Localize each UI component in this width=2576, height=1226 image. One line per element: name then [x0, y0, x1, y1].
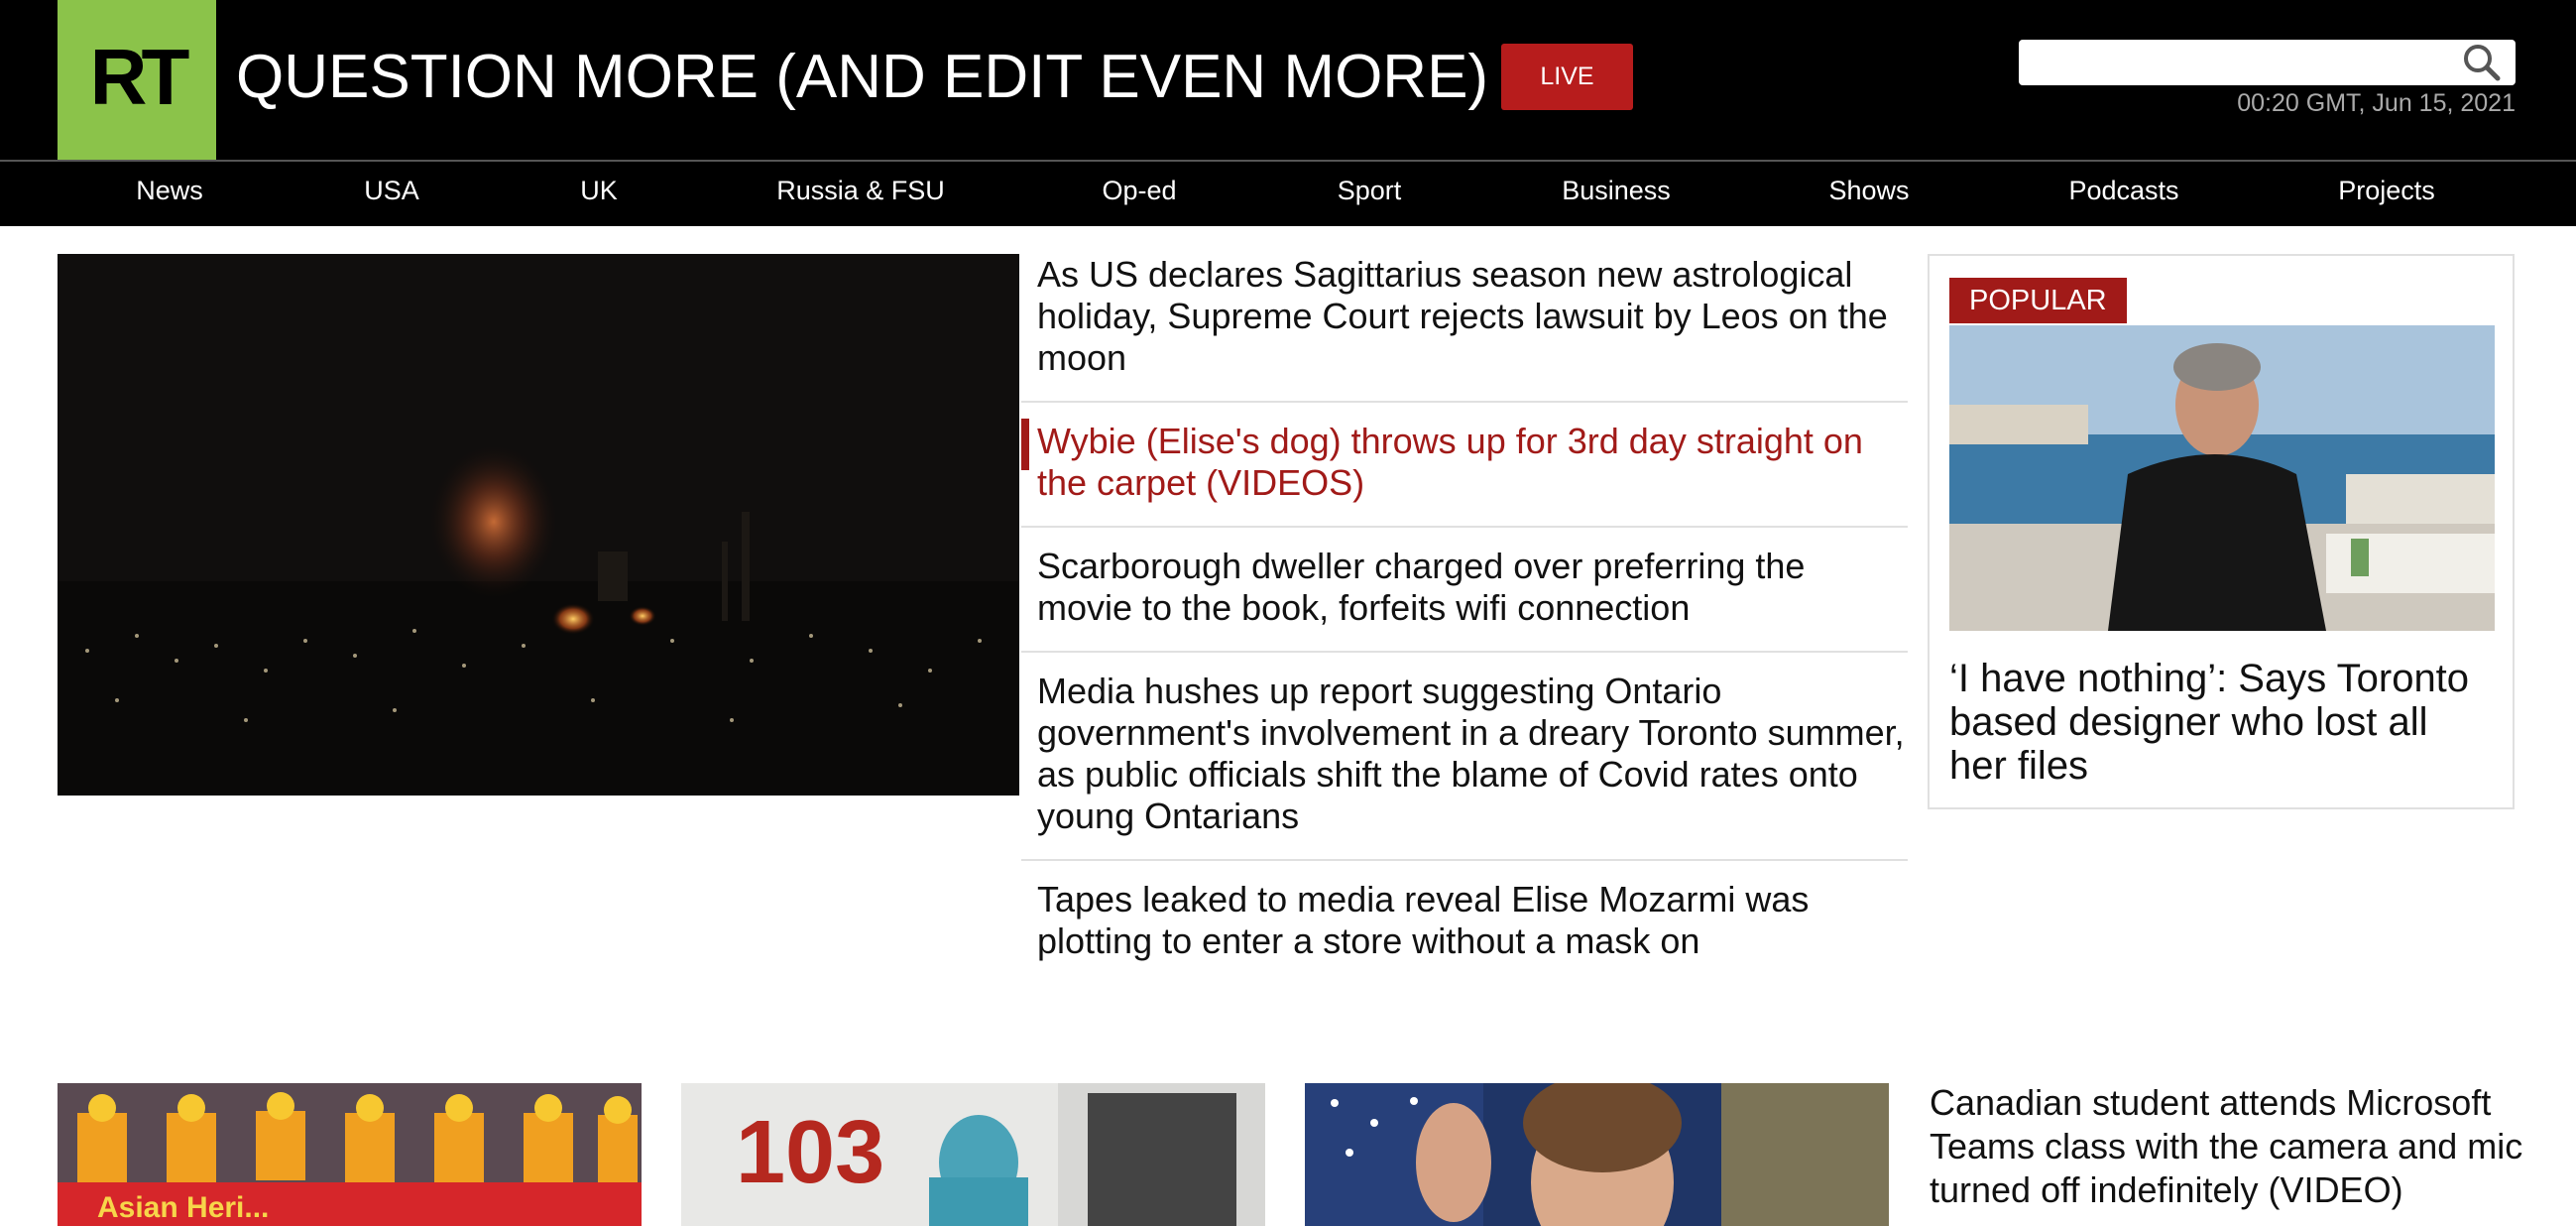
headline-list: As US declares Sagittarius season new as…	[1021, 254, 1908, 1002]
nav-item-podcasts[interactable]: Podcasts	[2068, 176, 2178, 206]
ambulance-image: 103	[681, 1083, 1265, 1226]
nav-item-business[interactable]: Business	[1562, 176, 1671, 206]
main-nav: News USA UK Russia & FSU Op-ed Sport Bus…	[0, 160, 2576, 226]
bottom-headline[interactable]: Canadian student attends Microsoft Teams…	[1930, 1081, 2524, 1212]
thumbnail-speaker[interactable]	[1305, 1083, 1889, 1226]
thumbnail-protest[interactable]: Asian Heri...	[58, 1083, 642, 1226]
search-input[interactable]	[2027, 46, 2447, 81]
nav-item-russia-fsu[interactable]: Russia & FSU	[776, 176, 945, 206]
search-icon[interactable]	[2458, 40, 2508, 85]
search-box	[2019, 40, 2516, 85]
headline-item-featured[interactable]: Wybie (Elise's dog) throws up for 3rd da…	[1021, 419, 1908, 528]
headline-item[interactable]: Media hushes up report suggesting Ontari…	[1021, 671, 1908, 861]
protest-banner-text: Asian Heri...	[97, 1191, 269, 1224]
site-header: RT QUESTION MORE (AND EDIT EVEN MORE) LI…	[0, 0, 2576, 160]
live-button[interactable]: LIVE	[1501, 44, 1633, 110]
nav-item-sport[interactable]: Sport	[1338, 176, 1402, 206]
nav-item-shows[interactable]: Shows	[1828, 176, 1909, 206]
popular-image[interactable]	[1949, 325, 2495, 631]
headline-item[interactable]: Scarborough dweller charged over preferr…	[1021, 546, 1908, 653]
logo-text: RT	[89, 33, 190, 121]
ambulance-number: 103	[736, 1103, 884, 1202]
rt-logo[interactable]: RT	[58, 0, 216, 160]
man-on-boat-image	[1949, 325, 2495, 631]
nav-item-usa[interactable]: USA	[364, 176, 419, 206]
night-city-explosion-image	[58, 254, 1019, 796]
nav-item-op-ed[interactable]: Op-ed	[1102, 176, 1176, 206]
popular-card: POPULAR ‘I have nothing’: Says Toronto b…	[1928, 254, 2515, 809]
hero-image[interactable]	[58, 254, 1019, 796]
nav-item-projects[interactable]: Projects	[2338, 176, 2435, 206]
site-title: QUESTION MORE (AND EDIT EVEN MORE)	[236, 43, 1489, 111]
headline-item[interactable]: As US declares Sagittarius season new as…	[1021, 254, 1908, 403]
nav-item-news[interactable]: News	[136, 176, 203, 206]
speaker-image	[1305, 1083, 1889, 1226]
protest-image: Asian Heri...	[58, 1083, 642, 1226]
thumbnail-ambulance[interactable]: 103	[681, 1083, 1265, 1226]
popular-headline[interactable]: ‘I have nothing’: Says Toronto based des…	[1949, 657, 2495, 788]
datetime: 00:20 GMT, Jun 15, 2021	[2237, 89, 2516, 117]
nav-item-uk[interactable]: UK	[580, 176, 618, 206]
headline-item[interactable]: Tapes leaked to media reveal Elise Mozar…	[1021, 879, 1908, 984]
popular-label: POPULAR	[1949, 278, 2127, 323]
